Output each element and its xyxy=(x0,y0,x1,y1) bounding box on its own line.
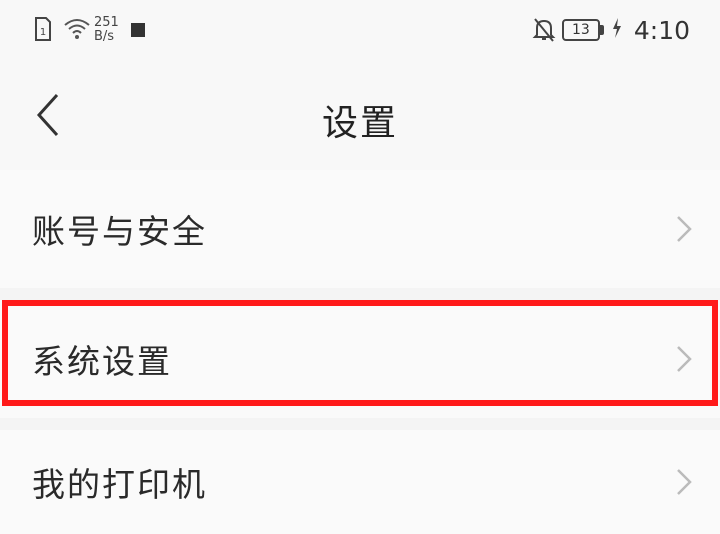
svg-text:1: 1 xyxy=(40,27,46,38)
chevron-right-icon xyxy=(677,346,692,372)
status-bar-left: 1 251 B/s xyxy=(34,12,145,48)
charging-bolt-icon xyxy=(612,18,622,42)
sim-card-icon: 1 xyxy=(34,17,56,43)
settings-item-label: 系统设置 xyxy=(32,342,172,381)
settings-item-system-settings[interactable]: 系统设置 xyxy=(0,300,720,418)
wifi-icon xyxy=(64,17,90,43)
settings-item-label: 账号与安全 xyxy=(32,212,207,251)
settings-item-my-printer[interactable]: 我的打印机 xyxy=(0,430,720,534)
chevron-right-icon xyxy=(677,216,692,242)
settings-item-label: 我的打印机 xyxy=(32,465,207,504)
battery-indicator: 13 xyxy=(561,19,604,41)
network-speed-value: 251 xyxy=(94,15,119,30)
status-bar-right: 13 4:10 xyxy=(532,12,690,48)
settings-item-account-security[interactable]: 账号与安全 xyxy=(0,170,720,288)
network-speed: 251 B/s xyxy=(94,16,119,44)
chevron-right-icon xyxy=(677,469,692,495)
battery-tip xyxy=(599,25,604,35)
network-speed-unit: B/s xyxy=(94,29,115,44)
navigation-bar: 设置 xyxy=(0,60,720,170)
status-bar: 1 251 B/s 13 4:10 xyxy=(0,0,720,60)
notification-square-icon xyxy=(130,23,145,37)
page-title: 设置 xyxy=(321,103,398,144)
status-time: 4:10 xyxy=(633,15,690,45)
battery-level: 13 xyxy=(561,19,600,41)
muted-bell-icon xyxy=(532,17,556,43)
